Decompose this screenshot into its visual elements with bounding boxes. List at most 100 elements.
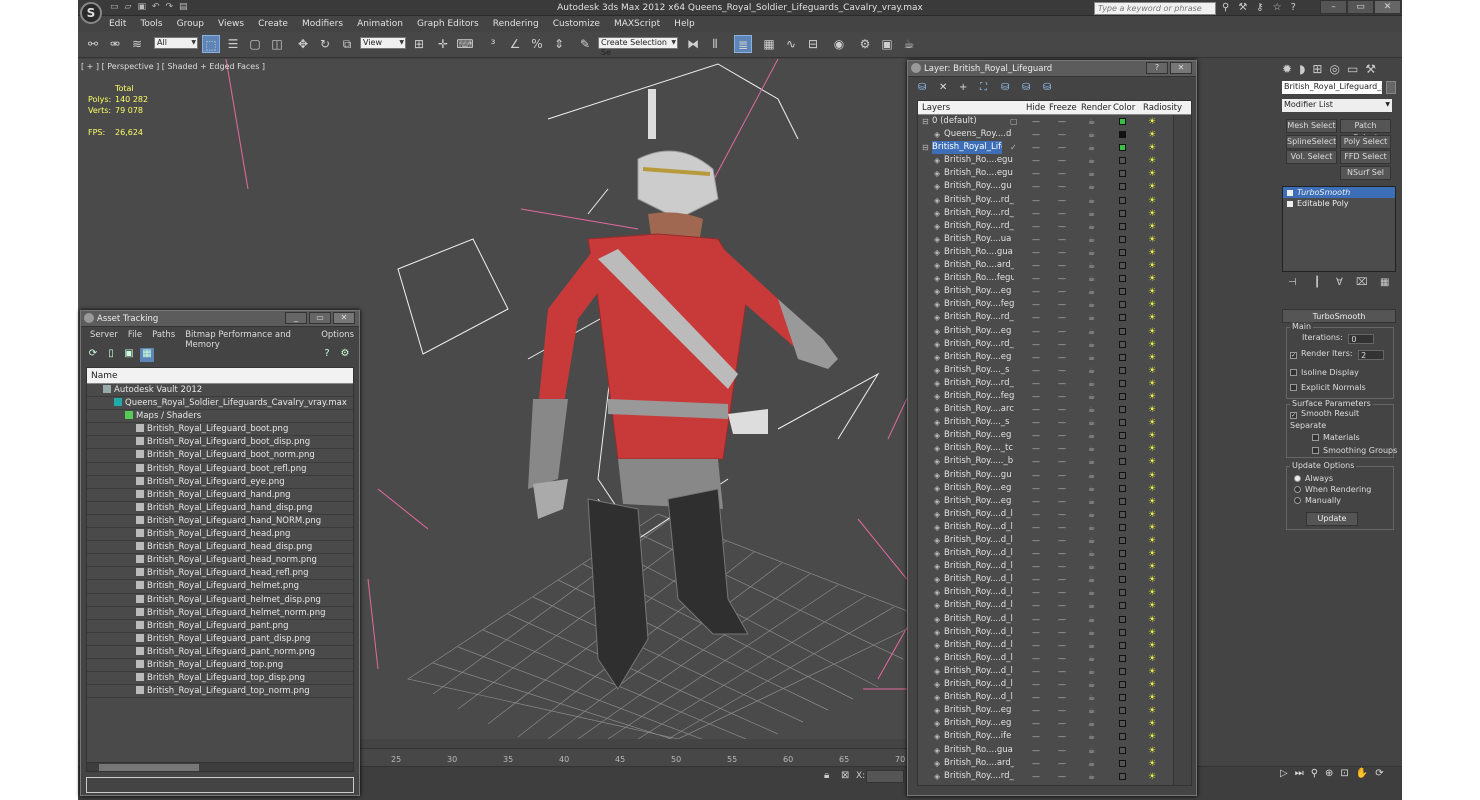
layer-row[interactable]: British_Roy....d_l ◈ — — ☕ ☀ — [918, 534, 1191, 547]
layer-row[interactable]: British_Roy....d_l ◈ — — ☕ ☀ — [918, 508, 1191, 521]
select-objects-in-layer-icon[interactable]: ⛶ — [980, 82, 994, 93]
radiosity-icon[interactable]: ☀ — [1148, 627, 1160, 638]
hide-toggle-icon[interactable]: — — [1032, 285, 1040, 298]
layer-color-swatch[interactable] — [1119, 772, 1126, 780]
layer-color-swatch[interactable] — [1119, 353, 1126, 361]
hide-toggle-icon[interactable]: — — [1032, 495, 1040, 508]
hide-toggle-icon[interactable]: — — [1032, 325, 1040, 338]
help-icon[interactable]: ? — [1291, 2, 1296, 13]
radiosity-icon[interactable]: ☀ — [1148, 312, 1160, 323]
layer-row[interactable]: British_Ro....ard_ ◈ — — ☕ ☀ — [918, 757, 1191, 770]
layer-row[interactable]: British_Roy....d_l ◈ — — ☕ ☀ — [918, 613, 1191, 626]
layer-row[interactable]: British_Roy....d_l ◈ — — ☕ ☀ — [918, 560, 1191, 573]
object-icon[interactable]: ◈ — [934, 560, 940, 573]
hide-toggle-icon[interactable]: — — [1032, 704, 1040, 717]
layer-name[interactable]: British_Roy....rd_ — [944, 377, 1014, 390]
layer-color-swatch[interactable] — [1119, 667, 1126, 675]
layer-color-swatch[interactable] — [1119, 301, 1126, 309]
hide-toggle-icon[interactable]: — — [1032, 298, 1040, 311]
layer-row[interactable]: British_Roy....d_l ◈ — — ☕ ☀ — [918, 521, 1191, 534]
manually-radio[interactable] — [1294, 497, 1301, 504]
list-item[interactable]: British_Royal_Lifeguard_boot_disp.png — [87, 436, 353, 450]
hide-toggle-icon[interactable]: — — [1032, 246, 1040, 259]
layer-name[interactable]: British_Roy....d_l — [944, 547, 1014, 560]
hide-toggle-icon[interactable]: — — [1032, 259, 1040, 272]
layer-row[interactable]: British_Ro....egu ◈ — — ☕ ☀ — [918, 154, 1191, 167]
layer-row[interactable]: British_Roy....eg ◈ — — ☕ ☀ — [918, 717, 1191, 730]
layer-manager-icon[interactable]: ≣ — [734, 35, 752, 53]
radiosity-icon[interactable]: ☀ — [1148, 666, 1160, 677]
menu-tools[interactable]: Tools — [133, 17, 169, 31]
smoothing-groups-checkbox[interactable] — [1312, 447, 1319, 454]
hide-all-layers-icon[interactable]: ⛁ — [1022, 82, 1036, 93]
render-toggle-icon[interactable]: ☕ — [1088, 573, 1095, 586]
hide-toggle-icon[interactable]: — — [1032, 691, 1040, 704]
layer-name[interactable]: British_Roy....d_l — [944, 665, 1014, 678]
motion-tab-icon[interactable]: ◎ — [1329, 62, 1339, 76]
list-item[interactable]: British_Royal_Lifeguard_hand.png — [87, 489, 353, 502]
utilities-tab-icon[interactable]: ⚒ — [1365, 62, 1376, 76]
layer-color-swatch[interactable] — [1119, 275, 1126, 283]
layer-color-swatch[interactable] — [1119, 419, 1126, 427]
schematic-view-icon[interactable]: ⊟ — [804, 35, 822, 53]
object-icon[interactable]: ◈ — [934, 154, 940, 167]
key-icon[interactable]: ⚷ — [1256, 2, 1263, 13]
radiosity-icon[interactable]: ☀ — [1148, 758, 1160, 769]
freeze-toggle-icon[interactable]: — — [1058, 547, 1066, 560]
layer-row[interactable]: British_Roy....feg ◈ — — ☕ ☀ — [918, 298, 1191, 311]
list-item[interactable]: British_Royal_Lifeguard_eye.png — [87, 476, 353, 489]
layer-row[interactable]: British_Roy....d_l ◈ — — ☕ ☀ — [918, 665, 1191, 678]
render-toggle-icon[interactable]: ☕ — [1088, 259, 1095, 272]
current-layer-check-icon[interactable]: ✓ — [1010, 141, 1017, 154]
hide-toggle-icon[interactable]: — — [1032, 220, 1040, 233]
hide-toggle-icon[interactable]: — — [1032, 599, 1040, 612]
freeze-toggle-icon[interactable]: — — [1058, 665, 1066, 678]
explicit-normals-checkbox[interactable] — [1290, 384, 1297, 391]
freeze-toggle-icon[interactable]: — — [1058, 691, 1066, 704]
layer-row[interactable]: British_Roy...._s ◈ — — ☕ ☀ — [918, 364, 1191, 377]
freeze-toggle-icon[interactable]: — — [1058, 272, 1066, 285]
radiosity-icon[interactable]: ☀ — [1148, 731, 1160, 742]
render-toggle-icon[interactable]: ☕ — [1088, 115, 1095, 128]
col-hide[interactable]: Hide — [1026, 101, 1045, 115]
spline-select-button[interactable]: SplineSelect — [1286, 135, 1337, 149]
layer-color-swatch[interactable] — [1119, 458, 1126, 466]
object-icon[interactable]: ◈ — [934, 599, 940, 612]
freeze-toggle-icon[interactable]: — — [1058, 416, 1066, 429]
layer-color-swatch[interactable] — [1119, 183, 1126, 191]
radiosity-icon[interactable]: ☀ — [1148, 718, 1160, 729]
hide-toggle-icon[interactable]: — — [1032, 482, 1040, 495]
freeze-toggle-icon[interactable]: — — [1058, 455, 1066, 468]
thumbnail-icon[interactable]: ▣ — [122, 348, 136, 362]
freeze-toggle-icon[interactable]: — — [1058, 613, 1066, 626]
freeze-toggle-icon[interactable]: — — [1058, 115, 1066, 128]
object-icon[interactable]: ◈ — [934, 351, 940, 364]
tree-item-scene-file[interactable]: Queens_Royal_Soldier_Lifeguards_Cavalry_… — [87, 397, 353, 411]
align-icon[interactable]: ⫴ — [706, 35, 724, 53]
layer-color-swatch[interactable] — [1119, 196, 1126, 204]
render-toggle-icon[interactable]: ☕ — [1088, 521, 1095, 534]
layer-color-swatch[interactable] — [1119, 222, 1126, 230]
layer-name[interactable]: British_Ro....ard_ — [944, 757, 1014, 770]
freeze-toggle-icon[interactable]: — — [1058, 390, 1066, 403]
object-icon[interactable]: ◈ — [934, 469, 940, 482]
freeze-toggle-icon[interactable]: — — [1058, 757, 1066, 770]
freeze-toggle-icon[interactable]: — — [1058, 154, 1066, 167]
freeze-toggle-icon[interactable]: — — [1058, 586, 1066, 599]
render-toggle-icon[interactable]: ☕ — [1088, 691, 1095, 704]
render-toggle-icon[interactable]: ☕ — [1088, 482, 1095, 495]
radiosity-icon[interactable]: ☀ — [1148, 142, 1160, 153]
layer-name[interactable]: British_Roy....d_l — [944, 626, 1014, 639]
render-toggle-icon[interactable]: ☕ — [1088, 220, 1095, 233]
render-toggle-icon[interactable]: ☕ — [1088, 180, 1095, 193]
radiosity-icon[interactable]: ☀ — [1148, 600, 1160, 611]
freeze-toggle-icon[interactable]: — — [1058, 338, 1066, 351]
layer-color-swatch[interactable] — [1119, 235, 1126, 243]
object-icon[interactable]: ◈ — [934, 495, 940, 508]
object-name-field[interactable]: British_Royal_Lifeguard_sabe — [1282, 81, 1382, 94]
render-toggle-icon[interactable]: ☕ — [1088, 154, 1095, 167]
object-icon[interactable]: ◈ — [934, 128, 940, 141]
object-icon[interactable]: ◈ — [934, 194, 940, 207]
hide-toggle-icon[interactable]: — — [1032, 194, 1040, 207]
layer-expand-icon[interactable]: ⊟ — [922, 141, 929, 154]
